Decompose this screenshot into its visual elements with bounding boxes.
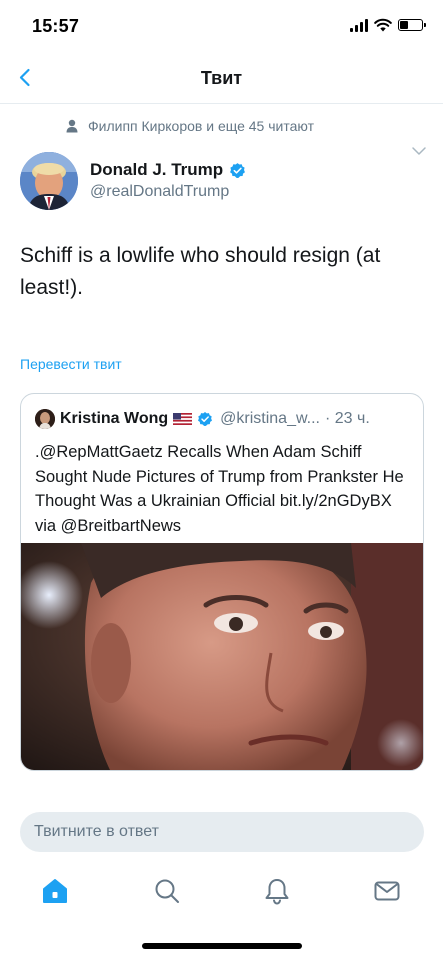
us-flag-icon <box>173 413 193 425</box>
battery-icon <box>398 19 426 31</box>
social-context[interactable]: Филипп Киркоров и еще 45 читают <box>66 118 314 134</box>
quoted-tweet-image[interactable] <box>21 543 423 770</box>
status-time: 15:57 <box>32 16 80 36</box>
author-handle[interactable]: @realDonaldTrump <box>90 183 229 201</box>
tweet-text: Schiff is a lowlife who should resign (a… <box>20 244 381 299</box>
reply-placeholder: Твитните в ответ <box>34 823 159 840</box>
social-context-text: Филипп Киркоров и еще 45 читают <box>88 118 314 134</box>
notifications-icon[interactable] <box>262 876 292 906</box>
quoted-tweet-card[interactable]: Kristina Wong @kristina_w... · 23 ч. .@R… <box>20 393 424 771</box>
messages-icon[interactable] <box>372 876 402 906</box>
wifi-icon <box>374 18 392 32</box>
quoted-tweet-text: .@RepMattGaetz Recalls When Adam Schiff … <box>35 443 404 535</box>
author-name-text: Donald J. Trump <box>90 160 224 179</box>
quoted-tweet-time: · 23 ч. <box>324 410 370 427</box>
status-bar: 15:57 <box>0 0 443 52</box>
avatar[interactable] <box>20 152 78 210</box>
search-icon[interactable] <box>152 876 182 906</box>
verified-icon <box>230 162 246 178</box>
home-indicator <box>142 943 302 949</box>
quoted-verified-icon <box>198 412 213 426</box>
translate-link[interactable]: Перевести твит <box>20 356 122 372</box>
quoted-author-name: Kristina Wong <box>60 410 169 427</box>
reply-input[interactable]: Твитните в ответ <box>20 812 424 852</box>
tab-bar <box>0 872 443 912</box>
quoted-author-avatar <box>35 409 55 429</box>
person-icon <box>66 119 78 133</box>
status-icons <box>350 18 426 32</box>
signal-icon <box>350 18 368 32</box>
chevron-down-icon[interactable] <box>411 143 427 159</box>
quoted-tweet-header: Kristina Wong @kristina_w... · 23 ч. <box>35 409 370 429</box>
nav-bar: Твит <box>0 52 443 104</box>
home-icon[interactable] <box>40 876 70 906</box>
author-name[interactable]: Donald J. Trump <box>90 160 246 180</box>
page-title: Твит <box>200 68 243 88</box>
quoted-author-handle: @kristina_w... <box>220 410 320 427</box>
